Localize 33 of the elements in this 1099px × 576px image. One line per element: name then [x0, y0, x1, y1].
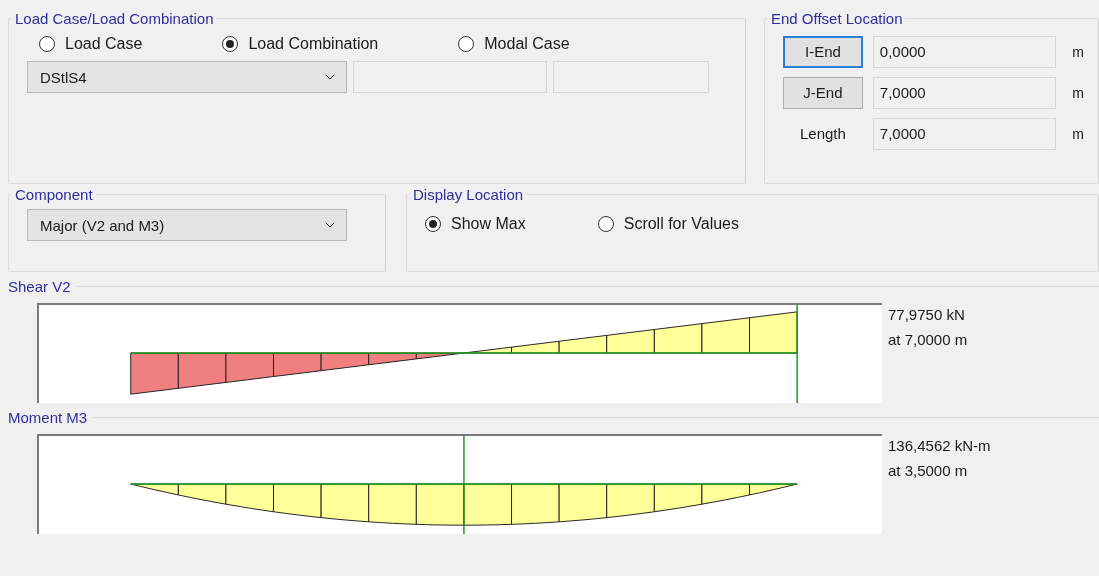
radio-label: Load Case — [65, 35, 143, 53]
radio-label: Load Combination — [248, 35, 379, 53]
component-dropdown[interactable]: Major (V2 and M3) — [27, 209, 347, 241]
input-field[interactable] — [353, 61, 547, 93]
max-value: 136,4562 kN-m — [888, 437, 991, 454]
case-dropdown[interactable]: DStlS4 — [27, 61, 347, 93]
unit-label: m — [1072, 43, 1084, 60]
radio-label: Scroll for Values — [623, 215, 739, 233]
offset-field[interactable]: 0,0000 — [872, 35, 1057, 68]
radio-button[interactable] — [39, 36, 55, 52]
group-title: Load Case/Load Combination — [14, 10, 215, 27]
section-title: Moment M3 — [8, 409, 89, 426]
end-button[interactable]: J-End — [783, 76, 863, 109]
end-button[interactable]: I-End — [783, 35, 863, 68]
radio-label: Modal Case — [484, 35, 570, 53]
input-field[interactable] — [553, 61, 709, 93]
unit-label: m — [1072, 84, 1084, 101]
max-location: at 3,5000 m — [888, 462, 969, 479]
max-value: 77,9750 kN — [888, 306, 966, 323]
radio-label: Show Max — [451, 215, 526, 233]
section-title: Shear V2 — [8, 278, 72, 295]
offset-field[interactable]: 7,0000 — [872, 117, 1057, 150]
radio-button[interactable] — [458, 36, 475, 52]
group-title: Display Location — [412, 186, 525, 203]
length-label: Length — [798, 125, 847, 142]
radio-button[interactable] — [597, 216, 614, 232]
unit-label: m — [1072, 125, 1084, 142]
radio-button[interactable] — [425, 216, 441, 232]
max-location: at 7,0000 m — [888, 331, 968, 348]
group-title: Component — [14, 186, 94, 203]
offset-field[interactable]: 7,0000 — [872, 76, 1057, 109]
group-title: End Offset Location — [770, 10, 904, 27]
radio-button[interactable] — [222, 36, 239, 52]
